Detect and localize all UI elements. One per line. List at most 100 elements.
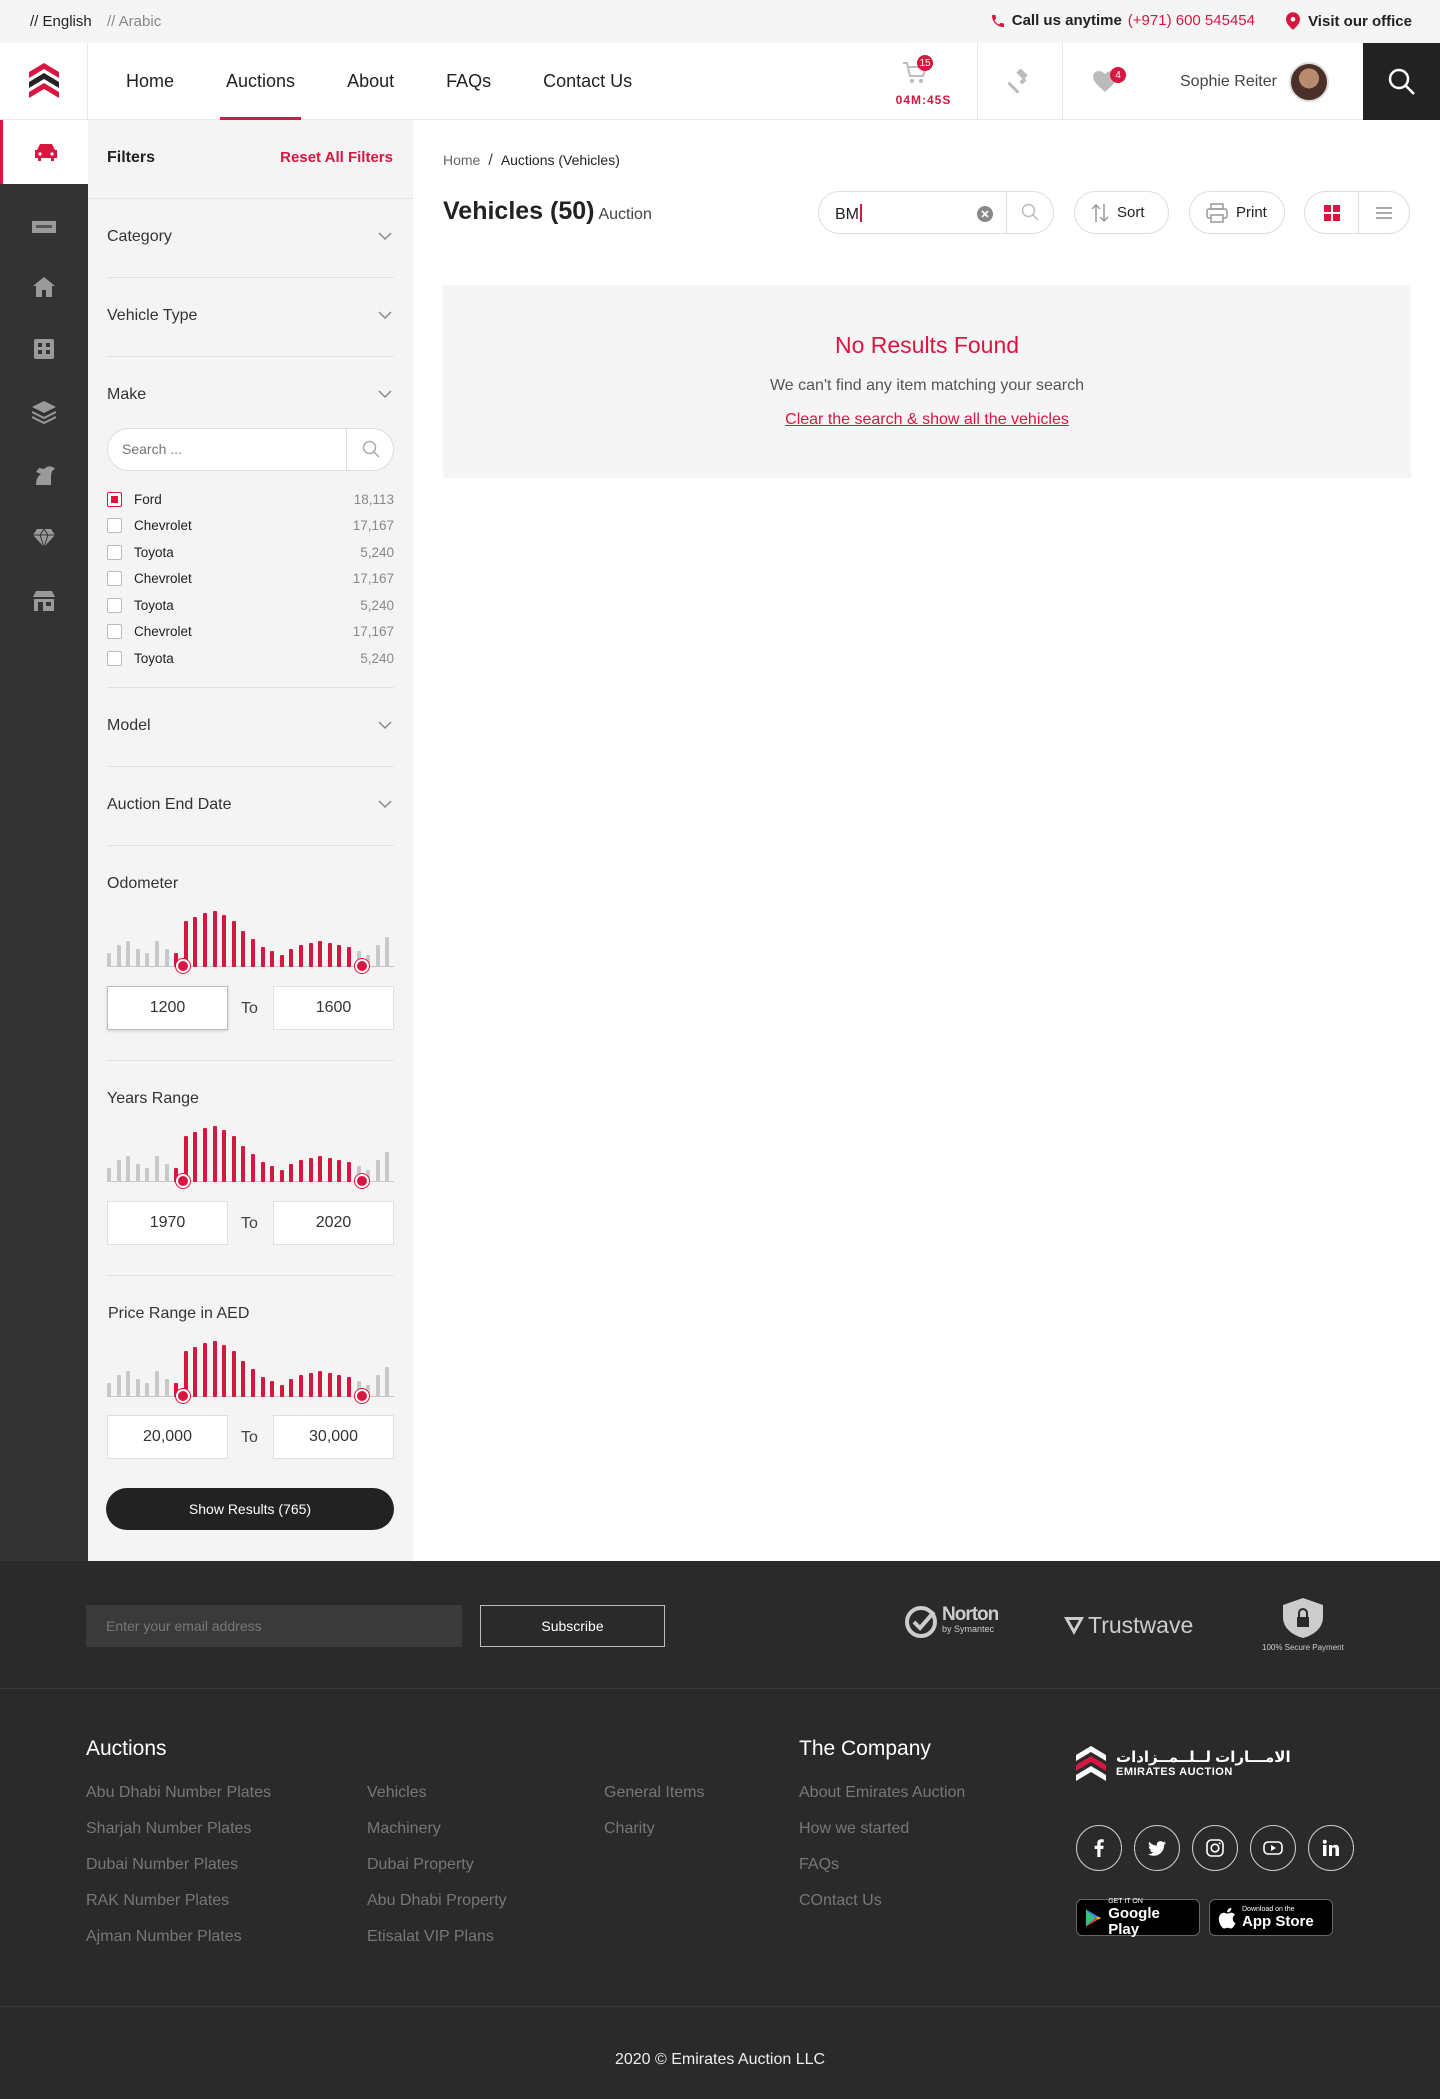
call-number[interactable]: (+971) 600 545454: [1128, 12, 1255, 29]
make-option[interactable]: Chevrolet 17,167: [107, 517, 394, 535]
make-option[interactable]: Toyota 5,240: [107, 650, 394, 668]
rail-jewellery[interactable]: [0, 506, 88, 570]
linkedin-button[interactable]: [1308, 1825, 1354, 1871]
nav-about[interactable]: About: [347, 43, 394, 120]
make-count: 5,240: [360, 598, 394, 613]
footer-link[interactable]: General Items: [604, 1784, 704, 1802]
footer-link[interactable]: Abu Dhabi Property: [367, 1892, 507, 1910]
price-to-input[interactable]: 30,000: [273, 1415, 394, 1459]
youtube-button[interactable]: [1250, 1825, 1296, 1871]
sort-button[interactable]: Sort: [1074, 191, 1169, 234]
make-checkbox[interactable]: [107, 651, 122, 666]
facebook-button[interactable]: [1076, 1825, 1122, 1871]
footer-link[interactable]: Etisalat VIP Plans: [367, 1928, 494, 1946]
call-us[interactable]: Call us anytime (+971) 600 545454: [990, 12, 1255, 29]
years-to-input[interactable]: 2020: [273, 1201, 394, 1245]
rail-number-plates[interactable]: [0, 195, 88, 259]
make-checkbox[interactable]: [107, 624, 122, 639]
subscribe-button[interactable]: Subscribe: [480, 1605, 665, 1647]
price-from-input[interactable]: 20,000: [107, 1415, 228, 1459]
filter-vehicle-type[interactable]: Vehicle Type: [107, 307, 394, 325]
make-checkbox[interactable]: [107, 492, 122, 507]
make-count: 5,240: [360, 545, 394, 560]
footer-link[interactable]: Abu Dhabi Number Plates: [86, 1784, 271, 1802]
histogram-bar: [231, 1136, 236, 1182]
footer-link[interactable]: Dubai Property: [367, 1856, 474, 1874]
years-histogram-slider[interactable]: [107, 1126, 394, 1192]
rail-horses[interactable]: [0, 443, 88, 507]
footer-link[interactable]: Ajman Number Plates: [86, 1928, 242, 1946]
footer-link[interactable]: FAQs: [799, 1856, 839, 1874]
user-menu[interactable]: Sophie Reiter: [1180, 43, 1329, 120]
slider-min-handle[interactable]: [176, 959, 190, 973]
footer-link[interactable]: About Emirates Auction: [799, 1784, 965, 1802]
visit-office[interactable]: Visit our office: [1286, 12, 1412, 30]
rail-machinery[interactable]: [0, 317, 88, 381]
make-search-input[interactable]: [122, 441, 322, 457]
header-search-button[interactable]: [1363, 43, 1440, 120]
rail-vehicles[interactable]: [0, 120, 88, 184]
vehicle-search-input[interactable]: BM: [835, 204, 862, 224]
search-icon[interactable]: [1021, 203, 1039, 221]
make-option[interactable]: Toyota 5,240: [107, 544, 394, 562]
make-checkbox[interactable]: [107, 518, 122, 533]
odometer-to-input[interactable]: 1600: [273, 986, 394, 1030]
nav-faqs[interactable]: FAQs: [446, 43, 491, 120]
my-bids-button[interactable]: [979, 43, 1063, 120]
footer-link[interactable]: Dubai Number Plates: [86, 1856, 238, 1874]
rail-general-items[interactable]: [0, 380, 88, 444]
filter-model[interactable]: Model: [107, 717, 394, 735]
clear-search-link-text[interactable]: Clear the search & show all the vehicles: [785, 411, 1069, 428]
price-histogram-slider[interactable]: [107, 1341, 394, 1407]
footer-link[interactable]: RAK Number Plates: [86, 1892, 229, 1910]
footer-link[interactable]: COntact Us: [799, 1892, 882, 1910]
rail-shops[interactable]: [0, 569, 88, 633]
search-icon[interactable]: [362, 440, 380, 458]
cart-button[interactable]: 15 04M:45S: [870, 43, 978, 120]
odometer-histogram-slider[interactable]: [107, 911, 394, 977]
instagram-button[interactable]: [1192, 1825, 1238, 1871]
wishlist-button[interactable]: 4: [1063, 43, 1147, 120]
show-results-button[interactable]: Show Results (765): [106, 1488, 394, 1530]
clear-search-icon[interactable]: [976, 205, 994, 223]
reset-filters-button[interactable]: Reset All Filters: [280, 149, 393, 166]
make-checkbox[interactable]: [107, 598, 122, 613]
make-option[interactable]: Chevrolet 17,167: [107, 623, 394, 641]
filter-auction-end-date[interactable]: Auction End Date: [107, 796, 394, 814]
slider-max-handle[interactable]: [355, 1389, 369, 1403]
language-arabic-link[interactable]: // Arabic: [107, 13, 161, 30]
footer-link[interactable]: Vehicles: [367, 1784, 427, 1802]
twitter-button[interactable]: [1134, 1825, 1180, 1871]
years-from-input[interactable]: 1970: [107, 1201, 228, 1245]
filter-make[interactable]: Make: [107, 386, 394, 404]
app-store-button[interactable]: Download on the App Store: [1209, 1899, 1333, 1936]
make-checkbox[interactable]: [107, 571, 122, 586]
slider-min-handle[interactable]: [176, 1389, 190, 1403]
slider-max-handle[interactable]: [355, 1174, 369, 1188]
slider-min-handle[interactable]: [176, 1174, 190, 1188]
footer-link[interactable]: Charity: [604, 1820, 655, 1838]
make-option[interactable]: Chevrolet 17,167: [107, 570, 394, 588]
footer-link[interactable]: Machinery: [367, 1820, 441, 1838]
list-view-icon[interactable]: [1376, 206, 1392, 220]
grid-view-icon[interactable]: [1324, 205, 1340, 221]
print-button[interactable]: Print: [1189, 191, 1285, 234]
newsletter-email-input[interactable]: Enter your email address: [86, 1605, 462, 1647]
nav-contact-us[interactable]: Contact Us: [543, 43, 632, 120]
make-option[interactable]: Toyota 5,240: [107, 597, 394, 615]
footer-logo[interactable]: الامـــارات لــلــمــزادات EMIRATES AUCT…: [1076, 1745, 1291, 1785]
footer-link[interactable]: How we started: [799, 1820, 909, 1838]
google-play-button[interactable]: GET IT ON Google Play: [1076, 1898, 1200, 1937]
slider-max-handle[interactable]: [355, 959, 369, 973]
odometer-from-input[interactable]: 1200: [107, 986, 228, 1030]
nav-auctions[interactable]: Auctions: [220, 43, 302, 120]
logo[interactable]: [0, 43, 88, 120]
breadcrumb-home[interactable]: Home: [443, 152, 480, 168]
make-option[interactable]: Ford 18,113: [107, 491, 394, 509]
nav-home[interactable]: Home: [126, 43, 174, 120]
language-english-link[interactable]: // English: [30, 13, 92, 30]
make-checkbox[interactable]: [107, 545, 122, 560]
rail-property[interactable]: [0, 255, 88, 319]
filter-category[interactable]: Category: [107, 228, 394, 246]
footer-link[interactable]: Sharjah Number Plates: [86, 1820, 251, 1838]
